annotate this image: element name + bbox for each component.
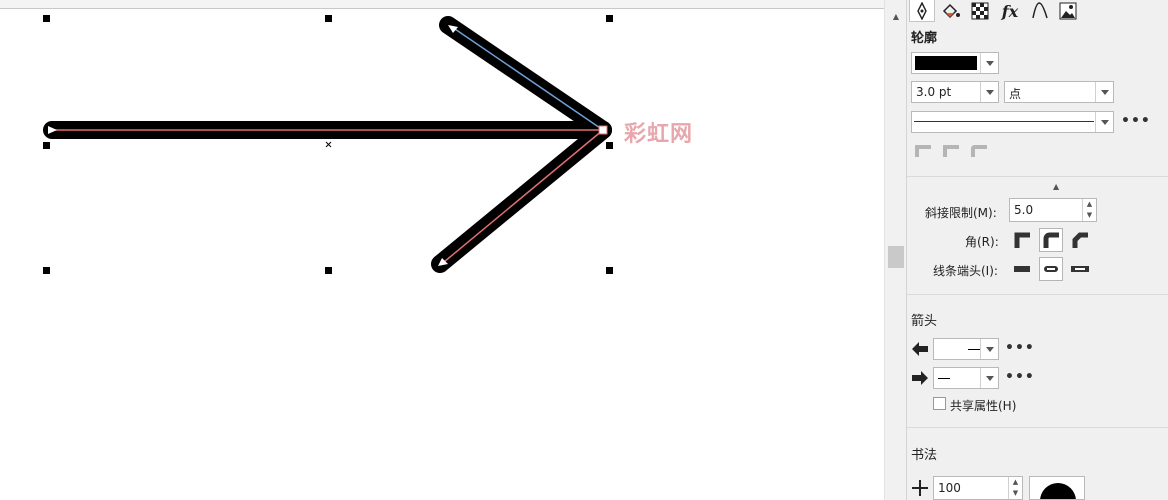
nib-circle xyxy=(1040,483,1076,499)
selection-handle[interactable] xyxy=(43,267,50,274)
nib-shape-preview[interactable] xyxy=(1029,476,1085,500)
spin-buttons[interactable]: ▲ ▼ xyxy=(1082,199,1096,221)
outline-color-picker[interactable] xyxy=(911,52,999,74)
share-attributes-checkbox[interactable] xyxy=(933,397,946,410)
arrow-left-icon xyxy=(911,341,929,360)
chevron-down-icon xyxy=(1095,82,1113,102)
line-cap-label: 线条端头(I): xyxy=(933,264,998,278)
miter-limit-label: 斜接限制(M): xyxy=(925,206,997,220)
end-node-marker xyxy=(598,125,608,135)
line-style-more-button[interactable]: ••• xyxy=(1121,113,1151,129)
outline-width-select[interactable]: 3.0 pt xyxy=(911,81,999,103)
stretch-input[interactable]: 100 ▲ ▼ xyxy=(933,476,1023,500)
effects-fx-icon[interactable]: fx xyxy=(997,0,1023,22)
arrows-section-title: 箭头 xyxy=(911,314,938,329)
join-style-icons xyxy=(915,143,995,164)
end-arrowhead-select[interactable] xyxy=(933,367,999,389)
drawing-canvas[interactable]: 彩虹网 xyxy=(0,0,884,500)
outline-section-title: 轮廓 xyxy=(911,31,938,46)
section-divider xyxy=(907,427,1168,428)
line-style-preview xyxy=(914,121,1094,122)
vertical-scrollbar[interactable]: ▲ xyxy=(884,0,906,500)
corner-round-button[interactable] xyxy=(1039,228,1063,252)
chevron-down-icon xyxy=(980,53,998,73)
selection-handle[interactable] xyxy=(606,267,613,274)
end-arrow-preview xyxy=(938,378,950,379)
selection-handle[interactable] xyxy=(43,142,50,149)
corner-miter-button[interactable] xyxy=(1010,228,1034,252)
lower-path-line xyxy=(443,129,604,263)
end-arrow-more-button[interactable]: ••• xyxy=(1005,369,1035,385)
color-swatch xyxy=(915,56,977,70)
collapse-up-icon[interactable]: ▲ xyxy=(1053,182,1059,191)
arrow-drawing[interactable] xyxy=(0,0,884,500)
corner-label: 角(R): xyxy=(965,235,999,249)
fill-icon[interactable] xyxy=(938,0,964,22)
selection-handle[interactable] xyxy=(325,15,332,22)
bitmap-icon[interactable] xyxy=(1055,0,1081,22)
cap-butt-button[interactable] xyxy=(1010,257,1034,281)
share-attributes-label: 共享属性(H) xyxy=(950,399,1017,413)
arrow-right-icon xyxy=(911,370,929,389)
selection-handle[interactable] xyxy=(325,267,332,274)
chevron-down-icon xyxy=(980,368,998,388)
start-arrow-more-button[interactable]: ••• xyxy=(1005,340,1035,356)
chevron-down-icon xyxy=(1095,112,1113,132)
center-mark xyxy=(325,141,332,148)
line-style-select[interactable] xyxy=(911,111,1114,133)
scrollbar-thumb[interactable] xyxy=(888,246,904,268)
properties-panel: fx 轮廓 3.0 pt 点 ••• ▲ 斜接限制(M): 5.0 ▲ ▼ 角(… xyxy=(906,0,1168,500)
chevron-down-icon xyxy=(980,339,998,359)
stretch-value: 100 xyxy=(938,481,961,495)
cap-square-button[interactable] xyxy=(1068,257,1092,281)
start-arrow-preview xyxy=(968,349,980,350)
chevron-down-icon xyxy=(980,82,998,102)
scroll-up-icon[interactable]: ▲ xyxy=(891,12,901,22)
outline-width-value: 3.0 pt xyxy=(916,85,952,99)
start-arrowhead-select[interactable] xyxy=(933,338,999,360)
selection-handle[interactable] xyxy=(606,142,613,149)
outline-unit-select[interactable]: 点 xyxy=(1004,81,1114,103)
miter-limit-value: 5.0 xyxy=(1014,203,1034,217)
miter-limit-input[interactable]: 5.0 ▲ ▼ xyxy=(1009,198,1097,222)
selection-handle[interactable] xyxy=(43,15,50,22)
outline-unit-value: 点 xyxy=(1009,87,1022,101)
selection-handle[interactable] xyxy=(606,15,613,22)
corner-bevel-button[interactable] xyxy=(1068,228,1092,252)
upper-path-line xyxy=(451,26,604,131)
section-divider xyxy=(907,294,1168,295)
curve-icon[interactable] xyxy=(1027,0,1053,22)
spin-buttons[interactable]: ▲ ▼ xyxy=(1008,477,1022,499)
calligraphy-section-title: 书法 xyxy=(911,448,938,463)
cap-round-button[interactable] xyxy=(1039,257,1063,281)
stretch-icon xyxy=(911,479,929,500)
watermark-text: 彩虹网 xyxy=(624,122,694,147)
section-divider xyxy=(907,176,1168,177)
outline-pen-icon[interactable] xyxy=(909,0,935,22)
transparency-icon[interactable] xyxy=(967,0,993,22)
